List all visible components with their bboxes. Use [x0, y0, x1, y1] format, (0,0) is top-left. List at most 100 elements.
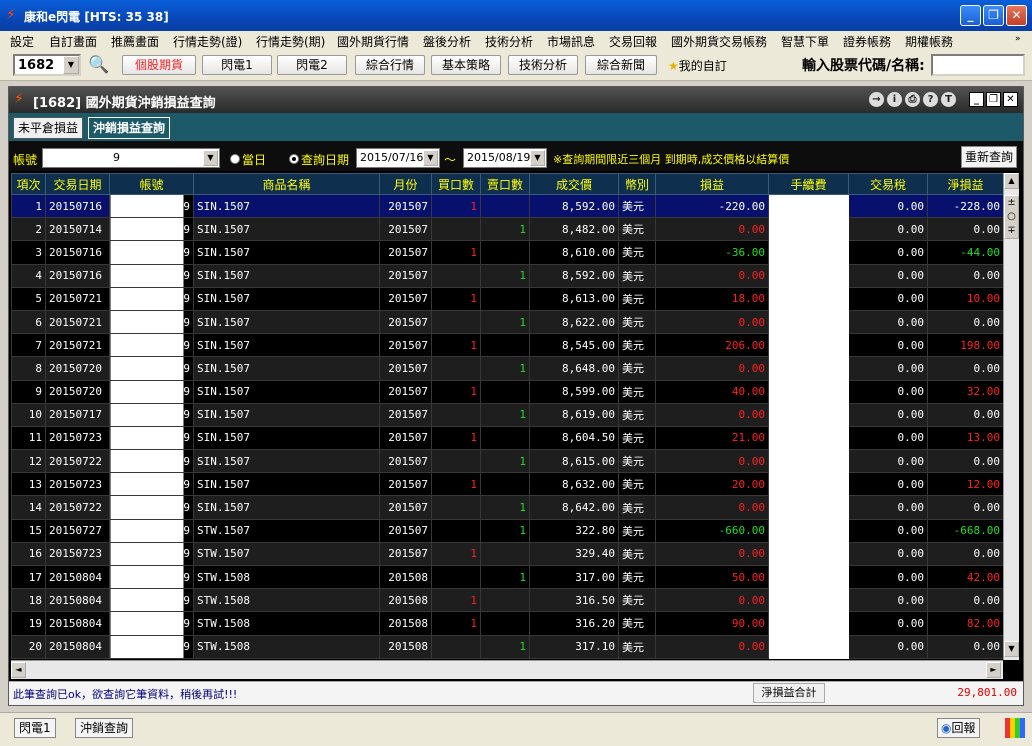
radio-query-date[interactable]	[289, 154, 299, 164]
table-row[interactable]: 2 20150714 9 SIN.1507 201507 1 8,482.00 美元 0.00 0…	[11, 217, 1003, 242]
table-row[interactable]: 13 20150723 9 SIN.1507 201507 1 8,632.00 美元 20.0…	[11, 472, 1003, 497]
menu-smart-order[interactable]: 智慧下單	[781, 33, 829, 50]
flash1-button[interactable]: 閃電1	[202, 55, 272, 75]
search-icon[interactable]: 🔍	[88, 54, 110, 76]
flash2-button[interactable]: 閃電2	[277, 55, 347, 75]
col-pnl-header[interactable]: 損益	[655, 173, 769, 195]
menu-options-account[interactable]: 期權帳務	[905, 33, 953, 50]
table-row[interactable]: 7 20150721 9 SIN.1507 201507 1 8,545.00 美元 206.0…	[11, 333, 1003, 358]
table-row[interactable]: 10 20150717 9 SIN.1507 201507 1 8,619.00 美元 0.00…	[11, 402, 1003, 427]
requery-button[interactable]: 重新查詢	[961, 146, 1017, 168]
minimize-button[interactable]: _	[960, 5, 981, 26]
stock-input[interactable]	[931, 54, 1025, 76]
task-offset-query[interactable]: 沖銷查詢	[75, 718, 134, 738]
col-index-header[interactable]: 項次	[11, 173, 46, 195]
table-row[interactable]: 18 20150804 9 STW.1508 201508 1 316.50 美元 0.00 0.…	[11, 588, 1003, 613]
composite-news-button[interactable]: 綜合新聞	[585, 55, 657, 75]
menu-quotes-futures[interactable]: 行情走勢(期)	[256, 33, 325, 50]
table-row[interactable]: 11 20150723 9 SIN.1507 201507 1 8,604.50 美元 21.0…	[11, 425, 1003, 451]
scroll-thumb[interactable]: ± ○ ∓	[1004, 195, 1019, 239]
col-product-header[interactable]: 商品名稱	[193, 173, 380, 195]
col-net-pnl-header[interactable]: 淨損益	[927, 173, 1003, 195]
vertical-scrollbar[interactable]: ▲ ± ○ ∓ ▼	[1003, 173, 1019, 660]
table-row[interactable]: 14 20150722 9 SIN.1507 201507 1 8,642.00 美元 0.00…	[11, 495, 1003, 520]
table-row[interactable]: 6 20150721 9 SIN.1507 201507 1 8,622.00 美元 0.00 0…	[11, 309, 1003, 335]
export-icon[interactable]: →	[869, 92, 884, 107]
menu-foreign-futures-quotes[interactable]: 國外期貨行情	[337, 33, 409, 50]
table-row[interactable]: 17 20150804 9 STW.1508 201508 1 317.00 美元 50.00 0…	[11, 564, 1003, 590]
sell-lots-cell	[480, 333, 530, 358]
help-icon[interactable]: ?	[923, 92, 938, 107]
col-fee-header[interactable]: 手續費	[768, 173, 849, 195]
print-icon[interactable]: ⎙	[905, 92, 920, 107]
scroll-up-icon[interactable]: ▲	[1004, 173, 1019, 189]
chevron-down-icon[interactable]: ▼	[203, 150, 218, 166]
chevron-down-icon[interactable]: ▼	[63, 56, 79, 74]
technical-analysis-button[interactable]: 技術分析	[508, 55, 578, 75]
composite-quotes-button[interactable]: 綜合行情	[355, 55, 425, 75]
report-button[interactable]: ◉回報	[937, 718, 980, 738]
inner-window-title: [1682] 國外期貨沖銷損益查詢	[33, 96, 216, 111]
date-from-select[interactable]: 2015/07/16 ▼	[356, 148, 440, 168]
table-row[interactable]: 16 20150723 9 STW.1507 201507 1 329.40 美元 0.00 0.…	[11, 541, 1003, 567]
table-row[interactable]: 1 20150716 9 SIN.1507 201507 1 8,592.00 美元 -220.…	[11, 193, 1003, 219]
table-row[interactable]: 9 20150720 9 SIN.1507 201507 1 8,599.00 美元 40.00…	[11, 379, 1003, 404]
scroll-left-icon[interactable]: ◄	[11, 662, 26, 678]
menu-overflow-icon[interactable]: »	[1015, 34, 1021, 44]
inner-maximize-button[interactable]: ❐	[986, 92, 1001, 107]
basic-strategy-button[interactable]: 基本策略	[431, 55, 501, 75]
stock-code-select[interactable]: 1682 ▼	[13, 54, 81, 76]
tab-offset-pnl-query[interactable]: 沖銷損益查詢	[88, 117, 171, 139]
menu-recommended-screen[interactable]: 推薦畫面	[111, 33, 159, 50]
account-select[interactable]: 9 ▼	[42, 148, 220, 168]
col-account-header[interactable]: 帳號	[109, 173, 194, 195]
col-buy-lots-header[interactable]: 買口數	[431, 173, 481, 195]
table-row[interactable]: 12 20150722 9 SIN.1507 201507 1 8,615.00 美元 0.00…	[11, 449, 1003, 474]
col-price-header[interactable]: 成交價	[529, 173, 619, 195]
col-tax-header[interactable]: 交易稅	[848, 173, 928, 195]
col-trade-date-header[interactable]: 交易日期	[45, 173, 110, 195]
task-flash1[interactable]: 閃電1	[14, 718, 56, 738]
col-sell-lots-header[interactable]: 賣口數	[480, 173, 530, 195]
maximize-button[interactable]: ❐	[983, 5, 1004, 26]
table-row[interactable]: 8 20150720 9 SIN.1507 201507 1 8,648.00 美元 0.00 0…	[11, 356, 1003, 381]
inner-close-button[interactable]: ✕	[1003, 92, 1018, 107]
table-row[interactable]: 20 20150804 9 STW.1508 201508 1 317.10 美元 0.00 0.…	[11, 634, 1003, 659]
stock-futures-button[interactable]: 個股期貨	[122, 55, 196, 75]
menu-settings[interactable]: 設定	[10, 33, 34, 50]
product-cell: SIN.1507	[193, 286, 380, 311]
price-cell: 8,642.00	[529, 495, 619, 520]
tab-open-position-pnl[interactable]: 未平倉損益	[13, 117, 84, 139]
my-custom-button[interactable]: ★我的自訂	[668, 57, 727, 74]
account-cell: 9	[109, 611, 194, 636]
date-to-select[interactable]: 2015/08/19 ▼	[463, 148, 547, 168]
scroll-down-icon[interactable]: ▼	[1004, 641, 1019, 657]
radio-today[interactable]	[230, 154, 240, 164]
color-bars-icon[interactable]	[1005, 718, 1025, 738]
menu-trade-report[interactable]: 交易回報	[609, 33, 657, 50]
inner-minimize-button[interactable]: _	[969, 92, 984, 107]
table-row[interactable]: 3 20150716 9 SIN.1507 201507 1 8,610.00 美元 -36.0…	[11, 240, 1003, 265]
horizontal-scrollbar[interactable]: ◄ ►	[11, 660, 1003, 679]
menu-after-hours[interactable]: 盤後分析	[423, 33, 471, 50]
col-month-header[interactable]: 月份	[379, 173, 432, 195]
scroll-right-icon[interactable]: ►	[986, 662, 1001, 678]
menu-quotes-stock[interactable]: 行情走勢(證)	[173, 33, 242, 50]
table-row[interactable]: 5 20150721 9 SIN.1507 201507 1 8,613.00 美元 18.00…	[11, 286, 1003, 311]
chevron-down-icon[interactable]: ▼	[423, 150, 438, 166]
chevron-down-icon[interactable]: ▼	[530, 150, 545, 166]
col-currency-header[interactable]: 幣別	[618, 173, 656, 195]
table-row[interactable]: 19 20150804 9 STW.1508 201508 1 316.20 美元 90.00 0…	[11, 611, 1003, 636]
sell-lots-cell: 1	[480, 634, 530, 659]
menu-foreign-futures-account[interactable]: 國外期貨交易帳務	[671, 33, 767, 50]
table-row[interactable]: 4 20150716 9 SIN.1507 201507 1 8,592.00 美元 0.00 0…	[11, 263, 1003, 288]
settings-icon[interactable]: T	[941, 92, 956, 107]
menu-custom-screen[interactable]: 自訂畫面	[49, 33, 97, 50]
menu-securities-account[interactable]: 證券帳務	[843, 33, 891, 50]
price-cell: 316.20	[529, 611, 619, 636]
menu-technical-analysis[interactable]: 技術分析	[485, 33, 533, 50]
table-row[interactable]: 15 20150727 9 STW.1507 201507 1 322.80 美元 -660.0…	[11, 518, 1003, 543]
info-icon[interactable]: i	[887, 92, 902, 107]
close-button[interactable]: ✕	[1006, 5, 1027, 26]
menu-market-info[interactable]: 市場訊息	[547, 33, 595, 50]
